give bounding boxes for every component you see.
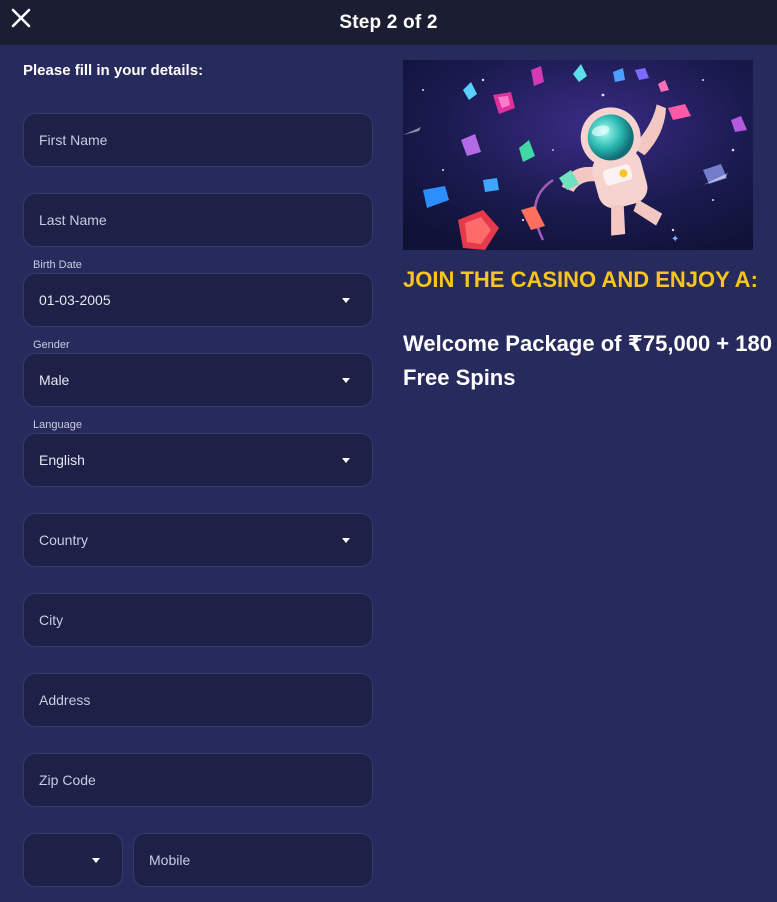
birth-date-value: 01-03-2005 — [39, 292, 111, 308]
last-name-field[interactable]: Last Name — [23, 193, 373, 247]
chevron-down-icon — [342, 297, 350, 303]
address-placeholder: Address — [39, 692, 91, 708]
promo-headline: JOIN THE CASINO AND ENJOY A: — [403, 267, 758, 292]
mobile-placeholder: Mobile — [149, 852, 191, 868]
first-name-placeholder: First Name — [39, 132, 108, 148]
promo-offer: Welcome Package of ₹75,000 + 180 Free Sp… — [403, 331, 772, 390]
country-select[interactable]: Country — [23, 513, 373, 567]
language-value: English — [39, 452, 85, 468]
birth-date-select[interactable]: 01-03-2005 — [23, 273, 373, 327]
chevron-down-icon — [342, 457, 350, 463]
gender-label: Gender — [33, 339, 70, 351]
city-field[interactable]: City — [23, 593, 373, 647]
mobile-field[interactable]: Mobile — [133, 833, 373, 887]
language-label: Language — [33, 419, 82, 431]
birth-date-label: Birth Date — [33, 259, 82, 271]
gender-select[interactable]: Male — [23, 353, 373, 407]
chevron-down-icon — [92, 857, 100, 863]
astronaut-space-gems-illustration: ✦ — [403, 60, 753, 250]
form-heading: Please fill in your details: — [23, 62, 204, 79]
chevron-down-icon — [342, 377, 350, 383]
country-placeholder: Country — [39, 532, 89, 548]
zip-code-placeholder: Zip Code — [39, 772, 96, 788]
city-placeholder: City — [39, 612, 64, 628]
header-bar: Step 2 of 2 — [0, 0, 777, 45]
close-icon[interactable] — [10, 7, 32, 29]
chevron-down-icon — [342, 537, 350, 543]
step-title: Step 2 of 2 — [339, 11, 438, 33]
phone-code-select[interactable] — [23, 833, 123, 887]
svg-text:✦: ✦ — [671, 234, 679, 245]
zip-code-field[interactable]: Zip Code — [23, 753, 373, 807]
language-select[interactable]: English — [23, 433, 373, 487]
gender-value: Male — [39, 372, 70, 388]
last-name-placeholder: Last Name — [39, 212, 107, 228]
first-name-field[interactable]: First Name — [23, 113, 373, 167]
address-field[interactable]: Address — [23, 673, 373, 727]
